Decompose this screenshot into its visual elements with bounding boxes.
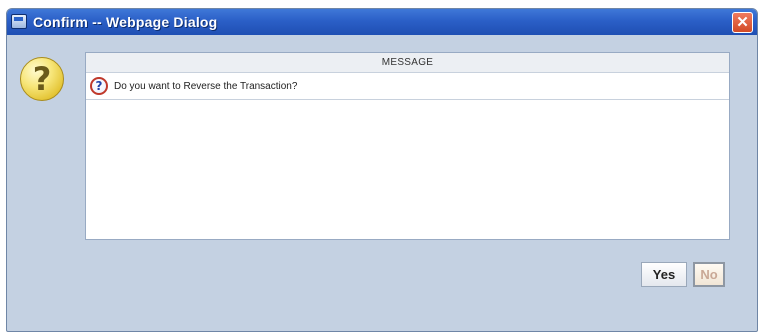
question-icon: ? xyxy=(20,57,64,101)
title-bar[interactable]: Confirm -- Webpage Dialog ✕ xyxy=(7,9,757,35)
window-title: Confirm -- Webpage Dialog xyxy=(33,14,218,30)
message-row: ? Do you want to Reverse the Transaction… xyxy=(86,73,729,100)
message-panel: MESSAGE ? Do you want to Reverse the Tra… xyxy=(85,52,730,240)
close-icon: ✕ xyxy=(736,14,749,31)
confirm-dialog-window: Confirm -- Webpage Dialog ✕ ? MESSAGE ? … xyxy=(6,8,758,332)
message-text: Do you want to Reverse the Transaction? xyxy=(114,80,298,92)
no-button[interactable]: No xyxy=(693,262,725,287)
message-header: MESSAGE xyxy=(86,53,729,73)
webpage-icon xyxy=(11,14,27,29)
help-icon: ? xyxy=(90,77,108,95)
close-button[interactable]: ✕ xyxy=(732,12,753,33)
yes-button[interactable]: Yes xyxy=(641,262,687,287)
